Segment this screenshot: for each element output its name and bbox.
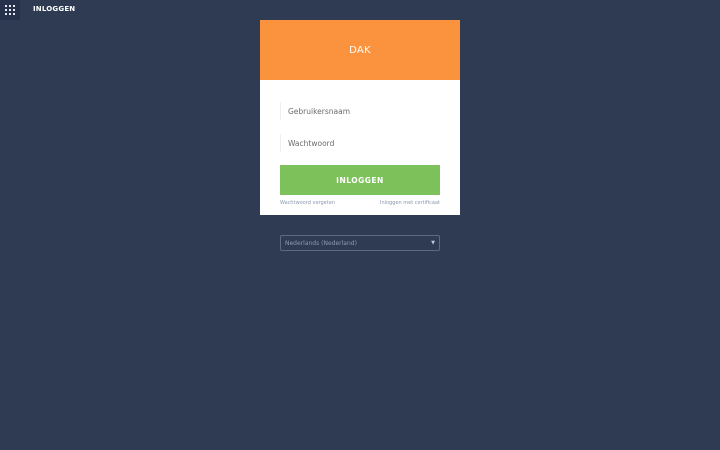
forgot-password-link[interactable]: Wachtwoord vergeten <box>280 200 335 206</box>
login-button[interactable]: INLOGGEN <box>280 165 440 195</box>
brand-logo-text: DAK <box>349 44 371 56</box>
language-selected-value: Nederlands (Nederland) <box>285 239 357 247</box>
password-input[interactable] <box>280 131 440 155</box>
card-header: DAK <box>260 20 460 80</box>
grid-icon <box>5 5 15 15</box>
login-card: DAK INLOGGEN Wachtwoord vergeten Inlogge… <box>260 20 460 215</box>
language-select[interactable]: Nederlands (Nederland) ▼ <box>280 235 440 251</box>
top-bar: INLOGGEN <box>0 0 720 20</box>
chevron-down-icon: ▼ <box>431 240 435 246</box>
certificate-login-link[interactable]: Inloggen met certificaat <box>380 200 440 206</box>
page-title: INLOGGEN <box>33 5 76 13</box>
app-menu-button[interactable] <box>0 0 20 20</box>
username-input[interactable] <box>280 99 440 123</box>
